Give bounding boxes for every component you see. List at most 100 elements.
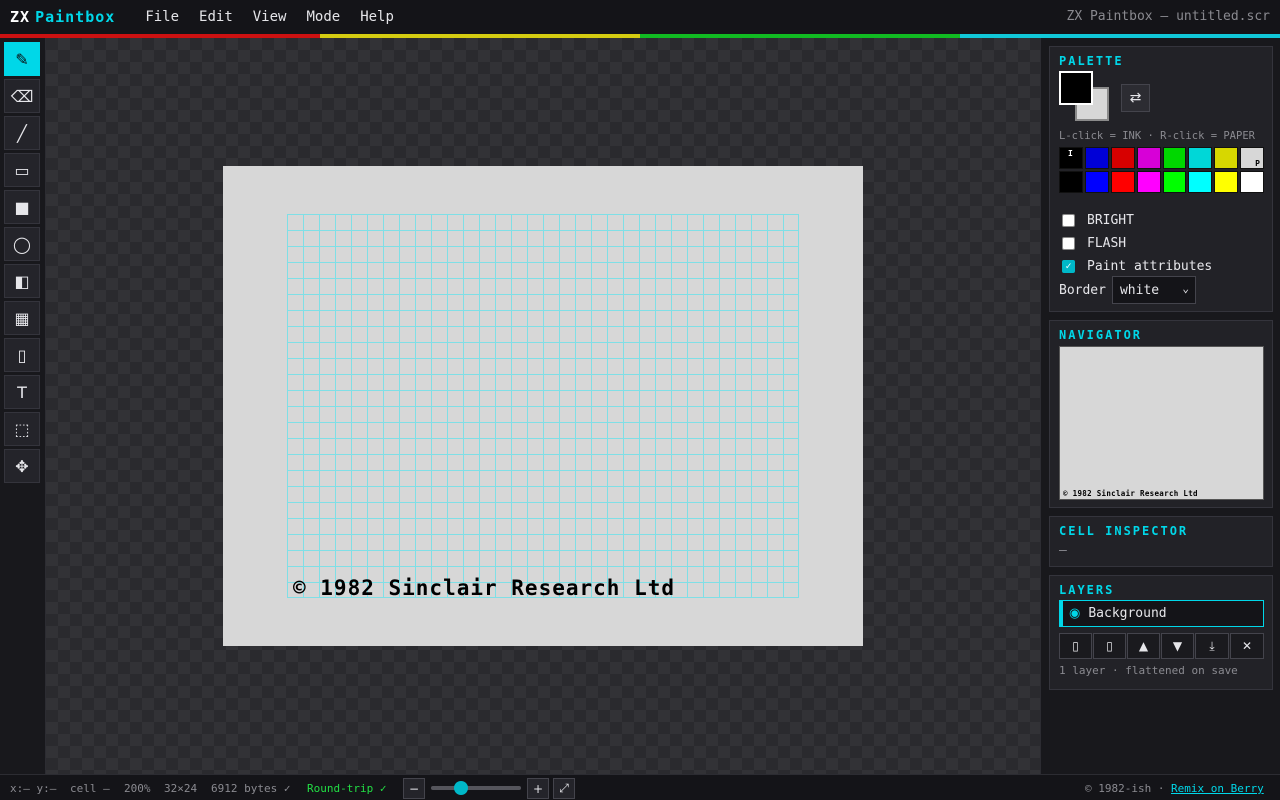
border-label: Border bbox=[1059, 282, 1106, 298]
fit-icon: ⤢ bbox=[559, 781, 569, 795]
arrow-up-icon: ▲ bbox=[1138, 639, 1149, 653]
normal-color-4[interactable] bbox=[1162, 147, 1187, 169]
delete-layer-button[interactable]: ✕ bbox=[1230, 633, 1264, 659]
flash-option[interactable]: FLASH bbox=[1062, 236, 1126, 251]
duplicate-layer-button[interactable]: ▯ bbox=[1093, 633, 1126, 659]
paper-marker: P bbox=[1255, 159, 1260, 168]
border-select-value: white bbox=[1119, 282, 1160, 298]
normal-color-7[interactable]: P bbox=[1240, 147, 1264, 169]
screen-border[interactable]: © 1982 Sinclair Research Ltd bbox=[223, 166, 863, 646]
paint-attributes-checkbox[interactable]: ✓ bbox=[1062, 260, 1075, 273]
eyedropper-icon: ▯ bbox=[17, 345, 27, 365]
pattern-icon: ▦ bbox=[14, 308, 30, 328]
border-select[interactable]: white ⌄ bbox=[1111, 276, 1196, 304]
top-bar: ZX Paintbox File Edit View Mode Help ZX … bbox=[0, 0, 1280, 34]
navigator-panel: NAVIGATOR © 1982 Sinclair Research Ltd bbox=[1049, 320, 1273, 508]
arrow-down-icon: ▼ bbox=[1172, 639, 1183, 653]
menu-mode[interactable]: Mode bbox=[296, 9, 350, 25]
eraser-tool[interactable]: ⌫ bbox=[4, 79, 40, 113]
bright-color-1[interactable] bbox=[1084, 171, 1109, 193]
paint-attributes-label: Paint attributes bbox=[1087, 259, 1213, 274]
navigator-preview[interactable]: © 1982 Sinclair Research Ltd bbox=[1059, 346, 1264, 500]
menu-edit[interactable]: Edit bbox=[189, 9, 243, 25]
canvas-workspace: © 1982 Sinclair Research Ltd bbox=[46, 38, 1040, 774]
menu-view[interactable]: View bbox=[243, 9, 297, 25]
eyedropper-tool[interactable]: ▯ bbox=[4, 338, 40, 372]
palette-panel: PALETTE ⇄ L-click = INK · R-click = PAPE… bbox=[1049, 46, 1273, 312]
ink-swatch[interactable] bbox=[1059, 71, 1093, 105]
rectangle-tool[interactable]: ▭ bbox=[4, 153, 40, 187]
zoom-slider[interactable] bbox=[431, 781, 521, 795]
add-layer-icon: ▯ bbox=[1072, 639, 1079, 653]
palette-title: PALETTE bbox=[1059, 54, 1124, 68]
bright-color-5[interactable] bbox=[1188, 171, 1213, 193]
merge-down-button[interactable]: ⤓ bbox=[1195, 633, 1229, 659]
filled-rectangle-tool[interactable]: ■ bbox=[4, 190, 40, 224]
plus-icon: + bbox=[532, 781, 544, 796]
layer-selected-icon: ◉ bbox=[1069, 606, 1081, 621]
normal-color-3[interactable] bbox=[1136, 147, 1161, 169]
remix-link[interactable]: Remix on Berry bbox=[1171, 782, 1264, 795]
navigator-preview-text: © 1982 Sinclair Research Ltd bbox=[1063, 489, 1198, 498]
bright-color-3[interactable] bbox=[1136, 171, 1161, 193]
move-layer-down-button[interactable]: ▼ bbox=[1161, 633, 1194, 659]
duplicate-layer-icon: ▯ bbox=[1106, 639, 1113, 653]
flash-checkbox[interactable] bbox=[1062, 237, 1075, 250]
text-tool[interactable]: T bbox=[4, 375, 40, 409]
cell-inspector-title: CELL INSPECTOR bbox=[1059, 524, 1189, 538]
bright-color-4[interactable] bbox=[1162, 171, 1187, 193]
document-title: ZX Paintbox — untitled.scr bbox=[1066, 9, 1271, 24]
color-grid: IP bbox=[1059, 147, 1264, 195]
grid-size: 32×24 bbox=[164, 782, 198, 795]
ink-marker: I bbox=[1068, 149, 1073, 158]
menu-help[interactable]: Help bbox=[350, 9, 404, 25]
move-layer-up-button[interactable]: ▲ bbox=[1127, 633, 1160, 659]
bright-color-6[interactable] bbox=[1214, 171, 1239, 193]
select-tool[interactable]: ⬚ bbox=[4, 412, 40, 446]
cell-inspector-panel: CELL INSPECTOR – bbox=[1049, 516, 1273, 567]
line-tool[interactable]: ╱ bbox=[4, 116, 40, 150]
flash-label: FLASH bbox=[1087, 236, 1127, 251]
filled-rectangle-icon: ■ bbox=[14, 197, 30, 217]
paint-attributes-option[interactable]: ✓ Paint attributes bbox=[1062, 259, 1212, 274]
add-layer-button[interactable]: ▯ bbox=[1059, 633, 1092, 659]
normal-color-2[interactable] bbox=[1110, 147, 1135, 169]
toolbox: ✎ ⌫ ╱ ▭ ■ ◯ ◧ ▦ ▯ T ⬚ ✥ bbox=[0, 38, 46, 774]
layers-note: 1 layer · flattened on save bbox=[1059, 664, 1238, 677]
bright-color-7[interactable] bbox=[1240, 171, 1264, 193]
pencil-tool[interactable]: ✎ bbox=[4, 42, 40, 76]
ellipse-tool[interactable]: ◯ bbox=[4, 227, 40, 261]
zoom-in-button[interactable]: + bbox=[527, 778, 549, 799]
zoom-slider-thumb[interactable] bbox=[454, 781, 468, 795]
menu-file[interactable]: File bbox=[135, 9, 189, 25]
normal-color-5[interactable] bbox=[1188, 147, 1213, 169]
normal-color-0[interactable]: I bbox=[1059, 147, 1083, 169]
zoom-readout: 200% bbox=[124, 782, 151, 795]
pencil-icon: ✎ bbox=[15, 49, 29, 69]
layer-item[interactable]: ◉ Background bbox=[1059, 600, 1264, 627]
bright-label: BRIGHT bbox=[1087, 213, 1134, 228]
pattern-tool[interactable]: ▦ bbox=[4, 301, 40, 335]
bright-color-2[interactable] bbox=[1110, 171, 1135, 193]
swap-icon: ⇄ bbox=[1129, 90, 1142, 106]
ellipse-icon: ◯ bbox=[13, 234, 31, 254]
menu-bar: File Edit View Mode Help bbox=[135, 9, 404, 25]
zoom-out-button[interactable]: − bbox=[403, 778, 425, 799]
zoom-slider-track bbox=[431, 786, 521, 790]
cursor-coordinates: x:– y:– bbox=[10, 782, 57, 795]
drawing-canvas[interactable]: © 1982 Sinclair Research Ltd bbox=[287, 214, 799, 600]
text-icon: T bbox=[17, 382, 27, 402]
swap-colors-button[interactable]: ⇄ bbox=[1121, 84, 1150, 112]
move-tool[interactable]: ✥ bbox=[4, 449, 40, 483]
normal-color-1[interactable] bbox=[1084, 147, 1109, 169]
layers-panel: LAYERS ◉ Background ▯ ▯ ▲ ▼ ⤓ ✕ 1 layer … bbox=[1049, 575, 1273, 690]
bright-checkbox[interactable] bbox=[1062, 214, 1075, 227]
fill-tool[interactable]: ◧ bbox=[4, 264, 40, 298]
minus-icon: − bbox=[408, 781, 420, 796]
bright-option[interactable]: BRIGHT bbox=[1062, 213, 1134, 228]
bright-color-0[interactable] bbox=[1059, 171, 1083, 193]
chevron-down-icon: ⌄ bbox=[1182, 282, 1189, 295]
cell-inspector-value: – bbox=[1059, 543, 1067, 558]
fit-to-screen-button[interactable]: ⤢ bbox=[553, 778, 575, 799]
normal-color-6[interactable] bbox=[1214, 147, 1239, 169]
